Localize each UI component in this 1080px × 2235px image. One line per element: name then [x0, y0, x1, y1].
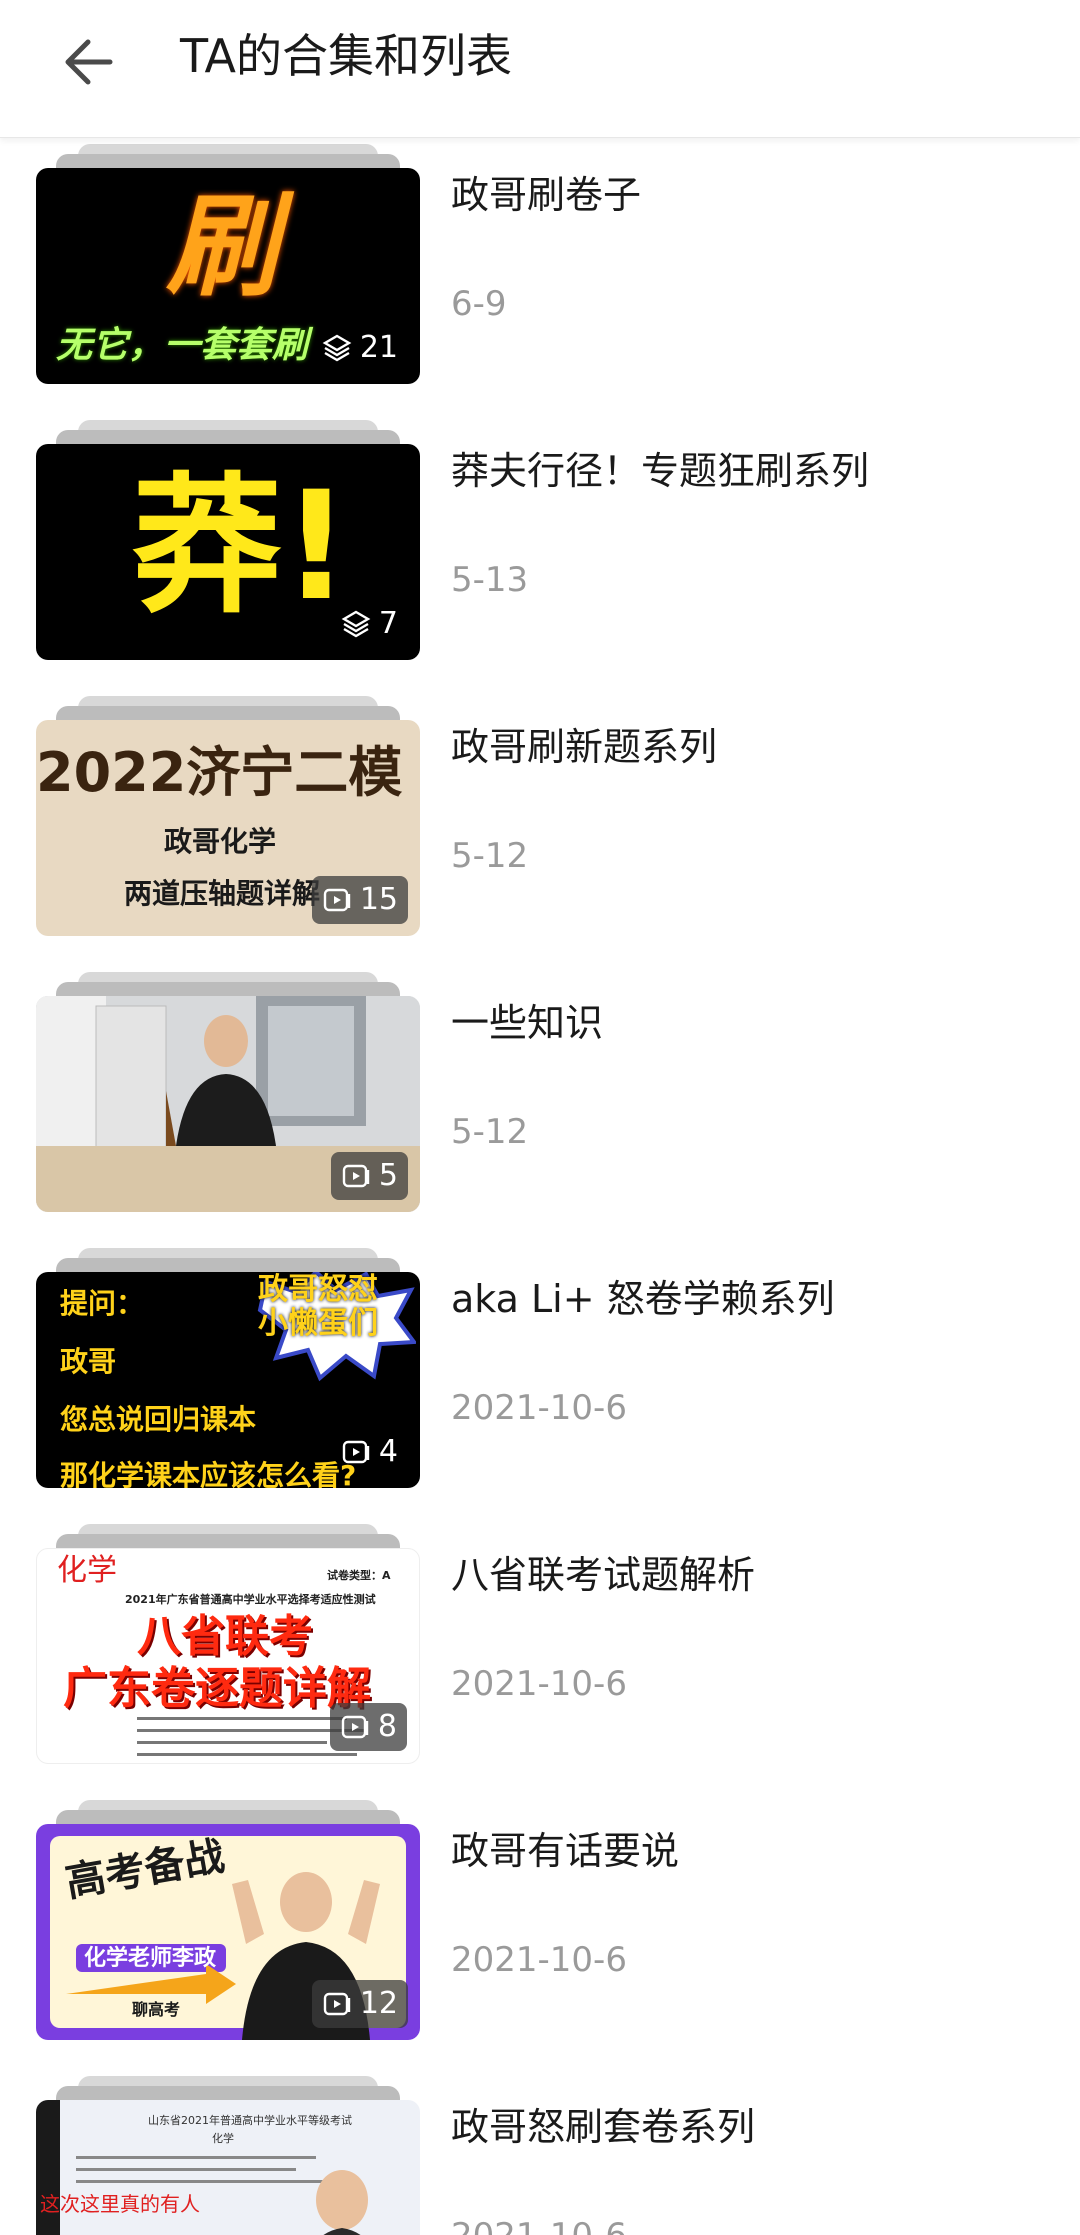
count-value: 5: [378, 1158, 398, 1193]
count-badge: 4: [331, 1428, 408, 1476]
collection-item[interactable]: 刷 无它，一套套刷 21 政哥刷卷子 6-9: [0, 138, 1080, 414]
collection-item[interactable]: 5 一些知识 5-12: [0, 966, 1080, 1242]
thumbnail: 5: [36, 996, 420, 1212]
item-title: 政哥刷卷子: [451, 173, 642, 217]
video-icon: [341, 1715, 369, 1739]
item-title: 政哥刷新题系列: [451, 725, 718, 769]
thumb-text: 这次这里真的有人: [40, 2192, 200, 2216]
thumb-text: 政哥怒怼: [258, 1272, 378, 1307]
count-badge: 12: [311, 1980, 408, 2028]
item-title: 一些知识: [451, 1001, 604, 1045]
thumb-text: 聊高考: [132, 2000, 181, 2019]
thumb-text: 化学: [57, 1553, 117, 1588]
collection-item[interactable]: 高考备战 化学老师李政 聊高考 12 政哥有话要说 2021-10-6: [0, 1794, 1080, 2070]
count-value: 8: [377, 1709, 397, 1744]
item-date: 2021-10-6: [451, 2214, 627, 2235]
item-date: 5-12: [451, 1112, 529, 1152]
thumb-text: 政哥: [60, 1345, 117, 1378]
thumb-text: 提问：: [60, 1287, 145, 1320]
item-date: 6-9: [451, 284, 507, 324]
count-value: 12: [359, 1986, 398, 2021]
count-value: 15: [359, 882, 398, 917]
video-icon: [342, 1440, 370, 1464]
collection-item[interactable]: 莽! 7 莽夫行径！专题狂刷系列 5-13: [0, 414, 1080, 690]
count-badge: 5: [330, 1152, 408, 1200]
collection-item[interactable]: 提问： 政哥 您总说回归课本 那化学课本应该怎么看? 政哥怒怼 小懒蛋们 4 a…: [0, 1242, 1080, 1518]
item-date: 5-12: [451, 836, 529, 876]
thumb-text: 您总说回归课本: [60, 1403, 257, 1436]
item-date: 2021-10-6: [451, 1940, 627, 1980]
thumb-text: 2022济宁二模: [36, 741, 403, 804]
item-title: 八省联考试题解析: [451, 1553, 756, 1597]
item-title: aka Li+ 怒卷学赖系列: [451, 1277, 835, 1321]
thumb-text: 莽!: [132, 460, 351, 634]
video-icon: [323, 1992, 351, 2016]
thumb-text: 两道压轴题详解: [124, 877, 321, 910]
item-date: 5-13: [451, 560, 529, 600]
video-icon: [323, 888, 351, 912]
count-value: 4: [378, 1434, 398, 1469]
thumbnail: 刷 无它，一套套刷 21: [36, 168, 420, 384]
thumb-text: 政哥化学: [164, 825, 277, 858]
thumbnail: 山东省2021年普通高中学业水平等级考试 化学 这次这里真的有人: [36, 2100, 420, 2235]
layers-icon: [322, 334, 352, 362]
count-value: 21: [359, 330, 398, 365]
item-title: 政哥怒刷套卷系列: [451, 2105, 756, 2149]
collection-item[interactable]: 山东省2021年普通高中学业水平等级考试 化学 这次这里真的有人 政哥怒刷套卷系…: [0, 2070, 1080, 2235]
item-date: 2021-10-6: [451, 1664, 627, 1704]
page-title: TA的合集和列表: [180, 29, 512, 83]
thumb-text: 小懒蛋们: [258, 1306, 378, 1341]
count-value: 7: [378, 606, 398, 641]
back-button[interactable]: [48, 22, 128, 102]
thumbnail: 莽! 7: [36, 444, 420, 660]
app-header: TA的合集和列表: [0, 0, 1080, 138]
count-badge: 8: [329, 1703, 407, 1751]
layers-icon: [341, 610, 371, 638]
thumb-text: 试卷类型：A: [327, 1569, 391, 1582]
thumb-text: 刷: [166, 182, 278, 312]
video-icon: [342, 1164, 370, 1188]
thumb-text: 八省联考: [137, 1611, 313, 1662]
thumb-text: 化学老师李政: [84, 1946, 217, 1971]
item-date: 2021-10-6: [451, 1388, 627, 1428]
collection-item[interactable]: 化学 2021年广东省普通高中学业水平选择考适应性测试 试卷类型：A 八省联考 …: [0, 1518, 1080, 1794]
item-title: 莽夫行径！专题狂刷系列: [451, 449, 870, 493]
count-badge: 21: [312, 324, 408, 372]
thumb-text: 那化学课本应该怎么看?: [60, 1459, 357, 1488]
thumbnail: 高考备战 化学老师李政 聊高考 12: [36, 1824, 420, 2040]
count-badge: 15: [311, 876, 408, 924]
collection-item[interactable]: 2022济宁二模 政哥化学 两道压轴题详解 15 政哥刷新题系列 5-12: [0, 690, 1080, 966]
thumb-text: 2021年广东省普通高中学业水平选择考适应性测试: [125, 1593, 376, 1606]
arrow-left-icon: [65, 39, 113, 85]
item-title: 政哥有话要说: [451, 1829, 680, 1873]
thumbnail: 提问： 政哥 您总说回归课本 那化学课本应该怎么看? 政哥怒怼 小懒蛋们 4: [36, 1272, 420, 1488]
count-badge: 7: [331, 600, 408, 648]
thumb-text: 无它，一套套刷: [56, 325, 309, 366]
thumb-text: 广东卷逐题详解: [63, 1663, 371, 1714]
thumbnail: 化学 2021年广东省普通高中学业水平选择考适应性测试 试卷类型：A 八省联考 …: [36, 1548, 420, 1764]
thumbnail: 2022济宁二模 政哥化学 两道压轴题详解 15: [36, 720, 420, 936]
